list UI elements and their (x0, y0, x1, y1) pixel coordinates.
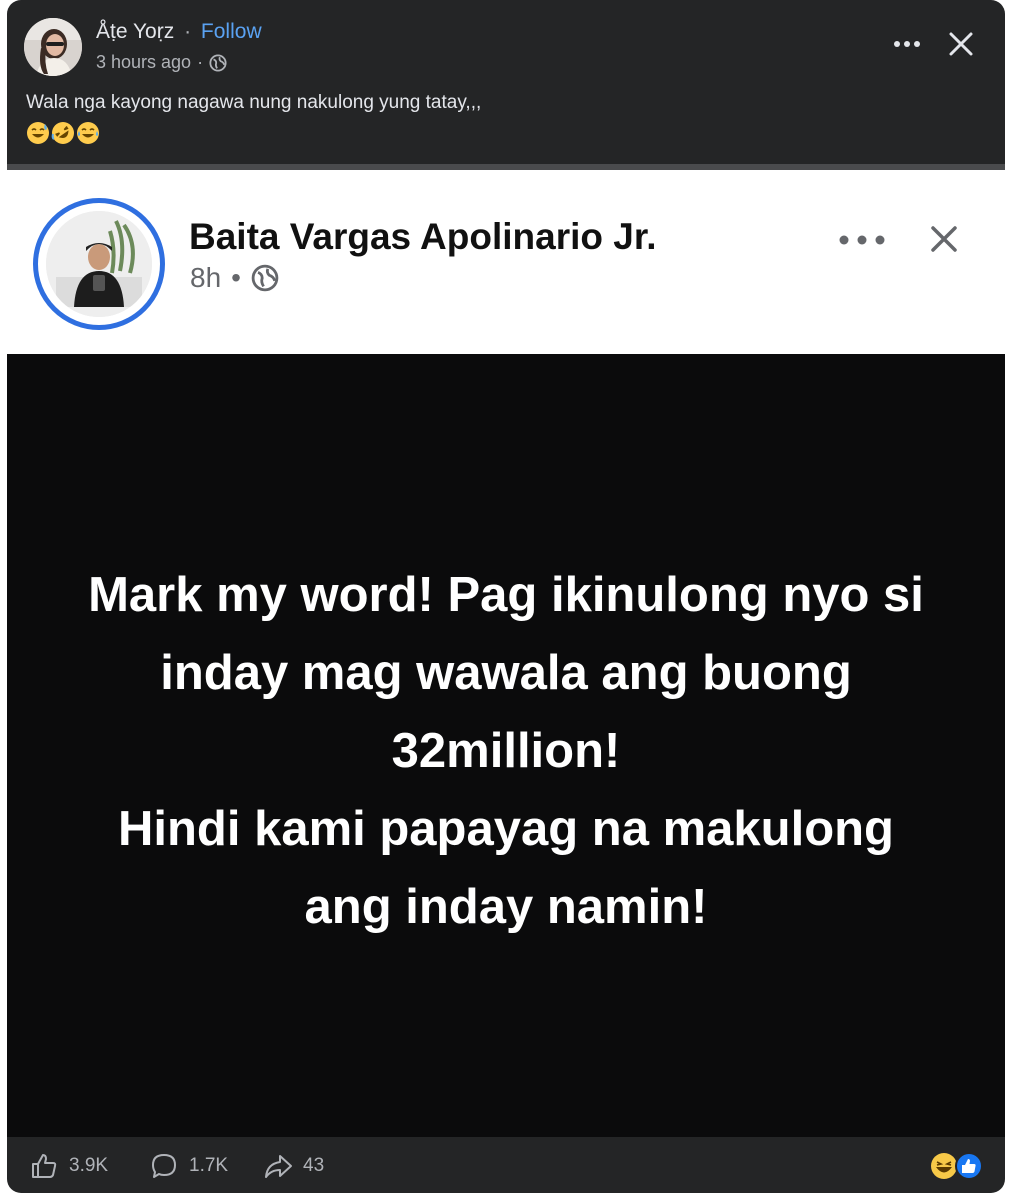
haha-reaction-icon (931, 1153, 957, 1179)
share-count: 43 (303, 1155, 325, 1176)
like-reaction-icon (955, 1152, 983, 1180)
shared-post-message: Mark my word! Pag ikinulong nyo si inday… (7, 556, 1005, 946)
thumbs-up-icon (32, 1154, 57, 1178)
post-meta: 3 hours ago · (96, 52, 227, 73)
sweat-smile-emoji (27, 122, 49, 144)
more-options-icon[interactable] (887, 26, 927, 62)
meta-separator: · (197, 52, 204, 72)
message-line: Hindi kami papayag na makulong (117, 802, 894, 856)
post-timestamp[interactable]: 3 hours ago (96, 52, 191, 73)
shared-author-name: Baita Vargas Apolinario Jr. (189, 216, 657, 257)
post-actions-bar: 3.9K 1.7K 43 (7, 1137, 1005, 1193)
message-line: 32million! (391, 724, 621, 778)
caption-emojis (26, 121, 100, 145)
close-icon[interactable] (945, 28, 977, 60)
shared-post-meta: 8h • (190, 262, 279, 294)
author-name[interactable]: Åṭe Yoṛz (96, 20, 174, 43)
shared-meta-separator: • (231, 262, 241, 293)
message-line: ang inday namin! (304, 880, 708, 934)
like-button[interactable]: 3.9K (29, 1151, 108, 1181)
joy-emoji (77, 122, 99, 144)
shared-post-header: Baita Vargas Apolinario Jr. 8h • (7, 164, 1005, 354)
separator-dot: · (184, 20, 192, 43)
comment-button[interactable]: 1.7K (149, 1151, 228, 1181)
author-line: Åṭe Yoṛz · Follow (96, 20, 262, 44)
post-caption: Wala nga kayong nagawa nung nakulong yun… (26, 92, 482, 113)
globe-icon (209, 53, 227, 72)
shared-more-options-icon (837, 222, 887, 258)
shared-author-avatar (33, 198, 165, 330)
comment-count: 1.7K (189, 1155, 229, 1176)
shared-close-icon (931, 226, 957, 252)
shared-post-body: Mark my word! Pag ikinulong nyo si inday… (7, 354, 1005, 1137)
follow-button[interactable]: Follow (201, 20, 262, 43)
message-line: Mark my word! Pag ikinulong nyo si (88, 568, 924, 622)
shared-post-age: 8h (190, 262, 222, 293)
reactions-summary[interactable] (929, 1151, 989, 1181)
rofl-emoji (51, 122, 74, 144)
author-avatar[interactable] (24, 18, 82, 76)
share-icon (265, 1155, 292, 1178)
shared-post-image[interactable]: Baita Vargas Apolinario Jr. 8h • Mark my… (7, 164, 1005, 1137)
comment-icon (152, 1154, 176, 1178)
like-count: 3.9K (69, 1155, 109, 1176)
post-card: Åṭe Yoṛz · Follow 3 hours ago · Wala nga… (7, 0, 1005, 1193)
message-line: inday mag wawala ang buong (160, 646, 852, 700)
globe-icon (251, 264, 279, 292)
share-button[interactable]: 43 (263, 1151, 324, 1181)
